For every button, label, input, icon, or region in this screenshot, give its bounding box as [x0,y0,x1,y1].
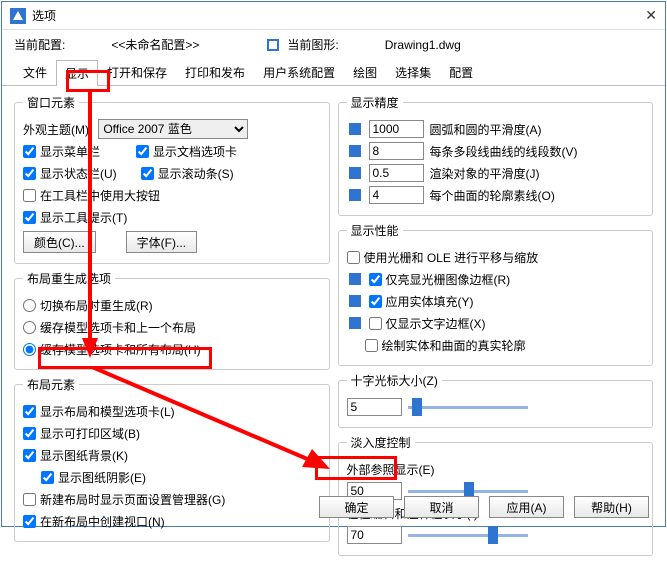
regen-cache-last-radio[interactable]: 缓存模型选项卡和上一个布局 [23,319,196,336]
segments-label: 每条多段线曲线的线段数(V) [430,143,578,160]
dwg-icon [347,293,363,309]
pan-raster-checkbox[interactable]: 使用光栅和 OLE 进行平移与缩放 [347,249,539,266]
dwg-icon [347,315,363,331]
dwg-icon [347,143,363,159]
color-button[interactable]: 颜色(C)... [23,231,96,253]
ok-button[interactable]: 确定 [319,496,394,518]
dwg-icon [347,187,363,203]
current-drawing-value: Drawing1.dwg [385,38,461,52]
true-silhouette-checkbox[interactable]: 绘制实体和曲面的真实轮廓 [365,337,526,354]
contour-input[interactable] [369,186,424,204]
solid-fill-checkbox[interactable]: 应用实体填充(Y) [369,293,474,310]
edit-fade-input[interactable] [347,526,402,544]
current-config-label: 当前配置: [14,36,65,53]
crosshair-slider[interactable] [408,406,528,409]
display-precision-legend: 显示精度 [347,94,403,111]
layout-regen-legend: 布局重生成选项 [23,270,115,287]
show-printable-checkbox[interactable]: 显示可打印区域(B) [23,425,140,442]
cancel-button[interactable]: 取消 [404,496,479,518]
dwg-icon [347,271,363,287]
xref-fade-slider[interactable] [408,490,528,493]
show-page-setup-checkbox[interactable]: 新建布局时显示页面设置管理器(G) [23,491,225,508]
show-menu-checkbox[interactable]: 显示菜单栏 [23,143,100,160]
highlight-raster-checkbox[interactable]: 仅亮显光栅图像边框(R) [369,271,511,288]
fade-legend: 淡入度控制 [347,434,415,451]
show-scroll-checkbox[interactable]: 显示滚动条(S) [141,165,234,182]
app-logo-icon [10,8,26,24]
tab-display[interactable]: 显示 [56,60,98,86]
tab-file[interactable]: 文件 [14,59,56,85]
font-button[interactable]: 字体(F)... [126,231,197,253]
contour-label: 每个曲面的轮廓素线(O) [430,187,555,204]
arc-smooth-label: 圆弧和圆的平滑度(A) [430,121,542,138]
tab-selection[interactable]: 选择集 [386,59,440,85]
theme-select[interactable]: Office 2007 蓝色 [98,119,248,139]
render-smooth-input[interactable] [369,164,424,182]
create-viewport-checkbox[interactable]: 在新布局中创建视口(N) [23,513,165,530]
display-perf-group: 显示性能 使用光栅和 OLE 进行平移与缩放 仅亮显光栅图像边框(R) 应用实体… [338,222,654,366]
dialog-title: 选项 [32,7,56,24]
text-frame-checkbox[interactable]: 仅显示文字边框(X) [369,315,486,332]
big-buttons-checkbox[interactable]: 在工具栏中使用大按钮 [23,187,160,204]
tab-bar: 文件 显示 打开和保存 打印和发布 用户系统配置 绘图 选择集 配置 [2,59,665,86]
regen-cache-all-radio[interactable]: 缓存模型选项卡和所有布局(H) [23,341,201,358]
dwg-icon [347,165,363,181]
arc-smooth-input[interactable] [369,120,424,138]
show-paper-shadow-checkbox[interactable]: 显示图纸阴影(E) [41,469,146,486]
layout-regen-group: 布局重生成选项 切换布局时重生成(R) 缓存模型选项卡和上一个布局 缓存模型选项… [14,270,330,370]
crosshair-group: 十字光标大小(Z) [338,372,654,428]
window-elements-legend: 窗口元素 [23,94,79,111]
crosshair-input[interactable] [347,398,402,416]
close-icon[interactable]: ✕ [645,7,657,24]
regen-switch-radio[interactable]: 切换布局时重生成(R) [23,297,153,314]
tab-profiles[interactable]: 配置 [440,59,482,85]
layout-elements-legend: 布局元素 [23,376,79,393]
show-status-checkbox[interactable]: 显示状态栏(U) [23,165,117,182]
show-paper-bg-checkbox[interactable]: 显示图纸背景(K) [23,447,128,464]
display-perf-legend: 显示性能 [347,222,403,239]
layout-elements-group: 布局元素 显示布局和模型选项卡(L) 显示可打印区域(B) 显示图纸背景(K) … [14,376,330,542]
help-button[interactable]: 帮助(H) [574,496,649,518]
xref-fade-label: 外部参照显示(E) [347,461,435,478]
fade-group: 淡入度控制 外部参照显示(E) 在位编辑和注释性表示(I) [338,434,654,556]
drawing-icon [265,37,281,53]
tab-user-sys[interactable]: 用户系统配置 [254,59,344,85]
show-layout-tabs-checkbox[interactable]: 显示布局和模型选项卡(L) [23,403,175,420]
current-drawing-label: 当前图形: [287,36,338,53]
crosshair-legend: 十字光标大小(Z) [347,372,442,389]
tab-open-save[interactable]: 打开和保存 [98,59,176,85]
tab-drafting[interactable]: 绘图 [344,59,386,85]
edit-fade-slider[interactable] [408,534,528,537]
dwg-icon [347,121,363,137]
show-tooltips-checkbox[interactable]: 显示工具提示(T) [23,209,127,226]
tab-print[interactable]: 打印和发布 [176,59,254,85]
current-config-value: <<未命名配置>> [111,36,199,53]
segments-input[interactable] [369,142,424,160]
render-smooth-label: 渲染对象的平滑度(J) [430,165,540,182]
show-doc-tab-checkbox[interactable]: 显示文档选项卡 [136,143,237,160]
theme-label: 外观主题(M): [23,121,92,138]
display-precision-group: 显示精度 圆弧和圆的平滑度(A) 每条多段线曲线的线段数(V) 渲染对象的平滑度… [338,94,654,216]
apply-button[interactable]: 应用(A) [489,496,564,518]
window-elements-group: 窗口元素 外观主题(M): Office 2007 蓝色 显示菜单栏 显示文档选… [14,94,330,264]
